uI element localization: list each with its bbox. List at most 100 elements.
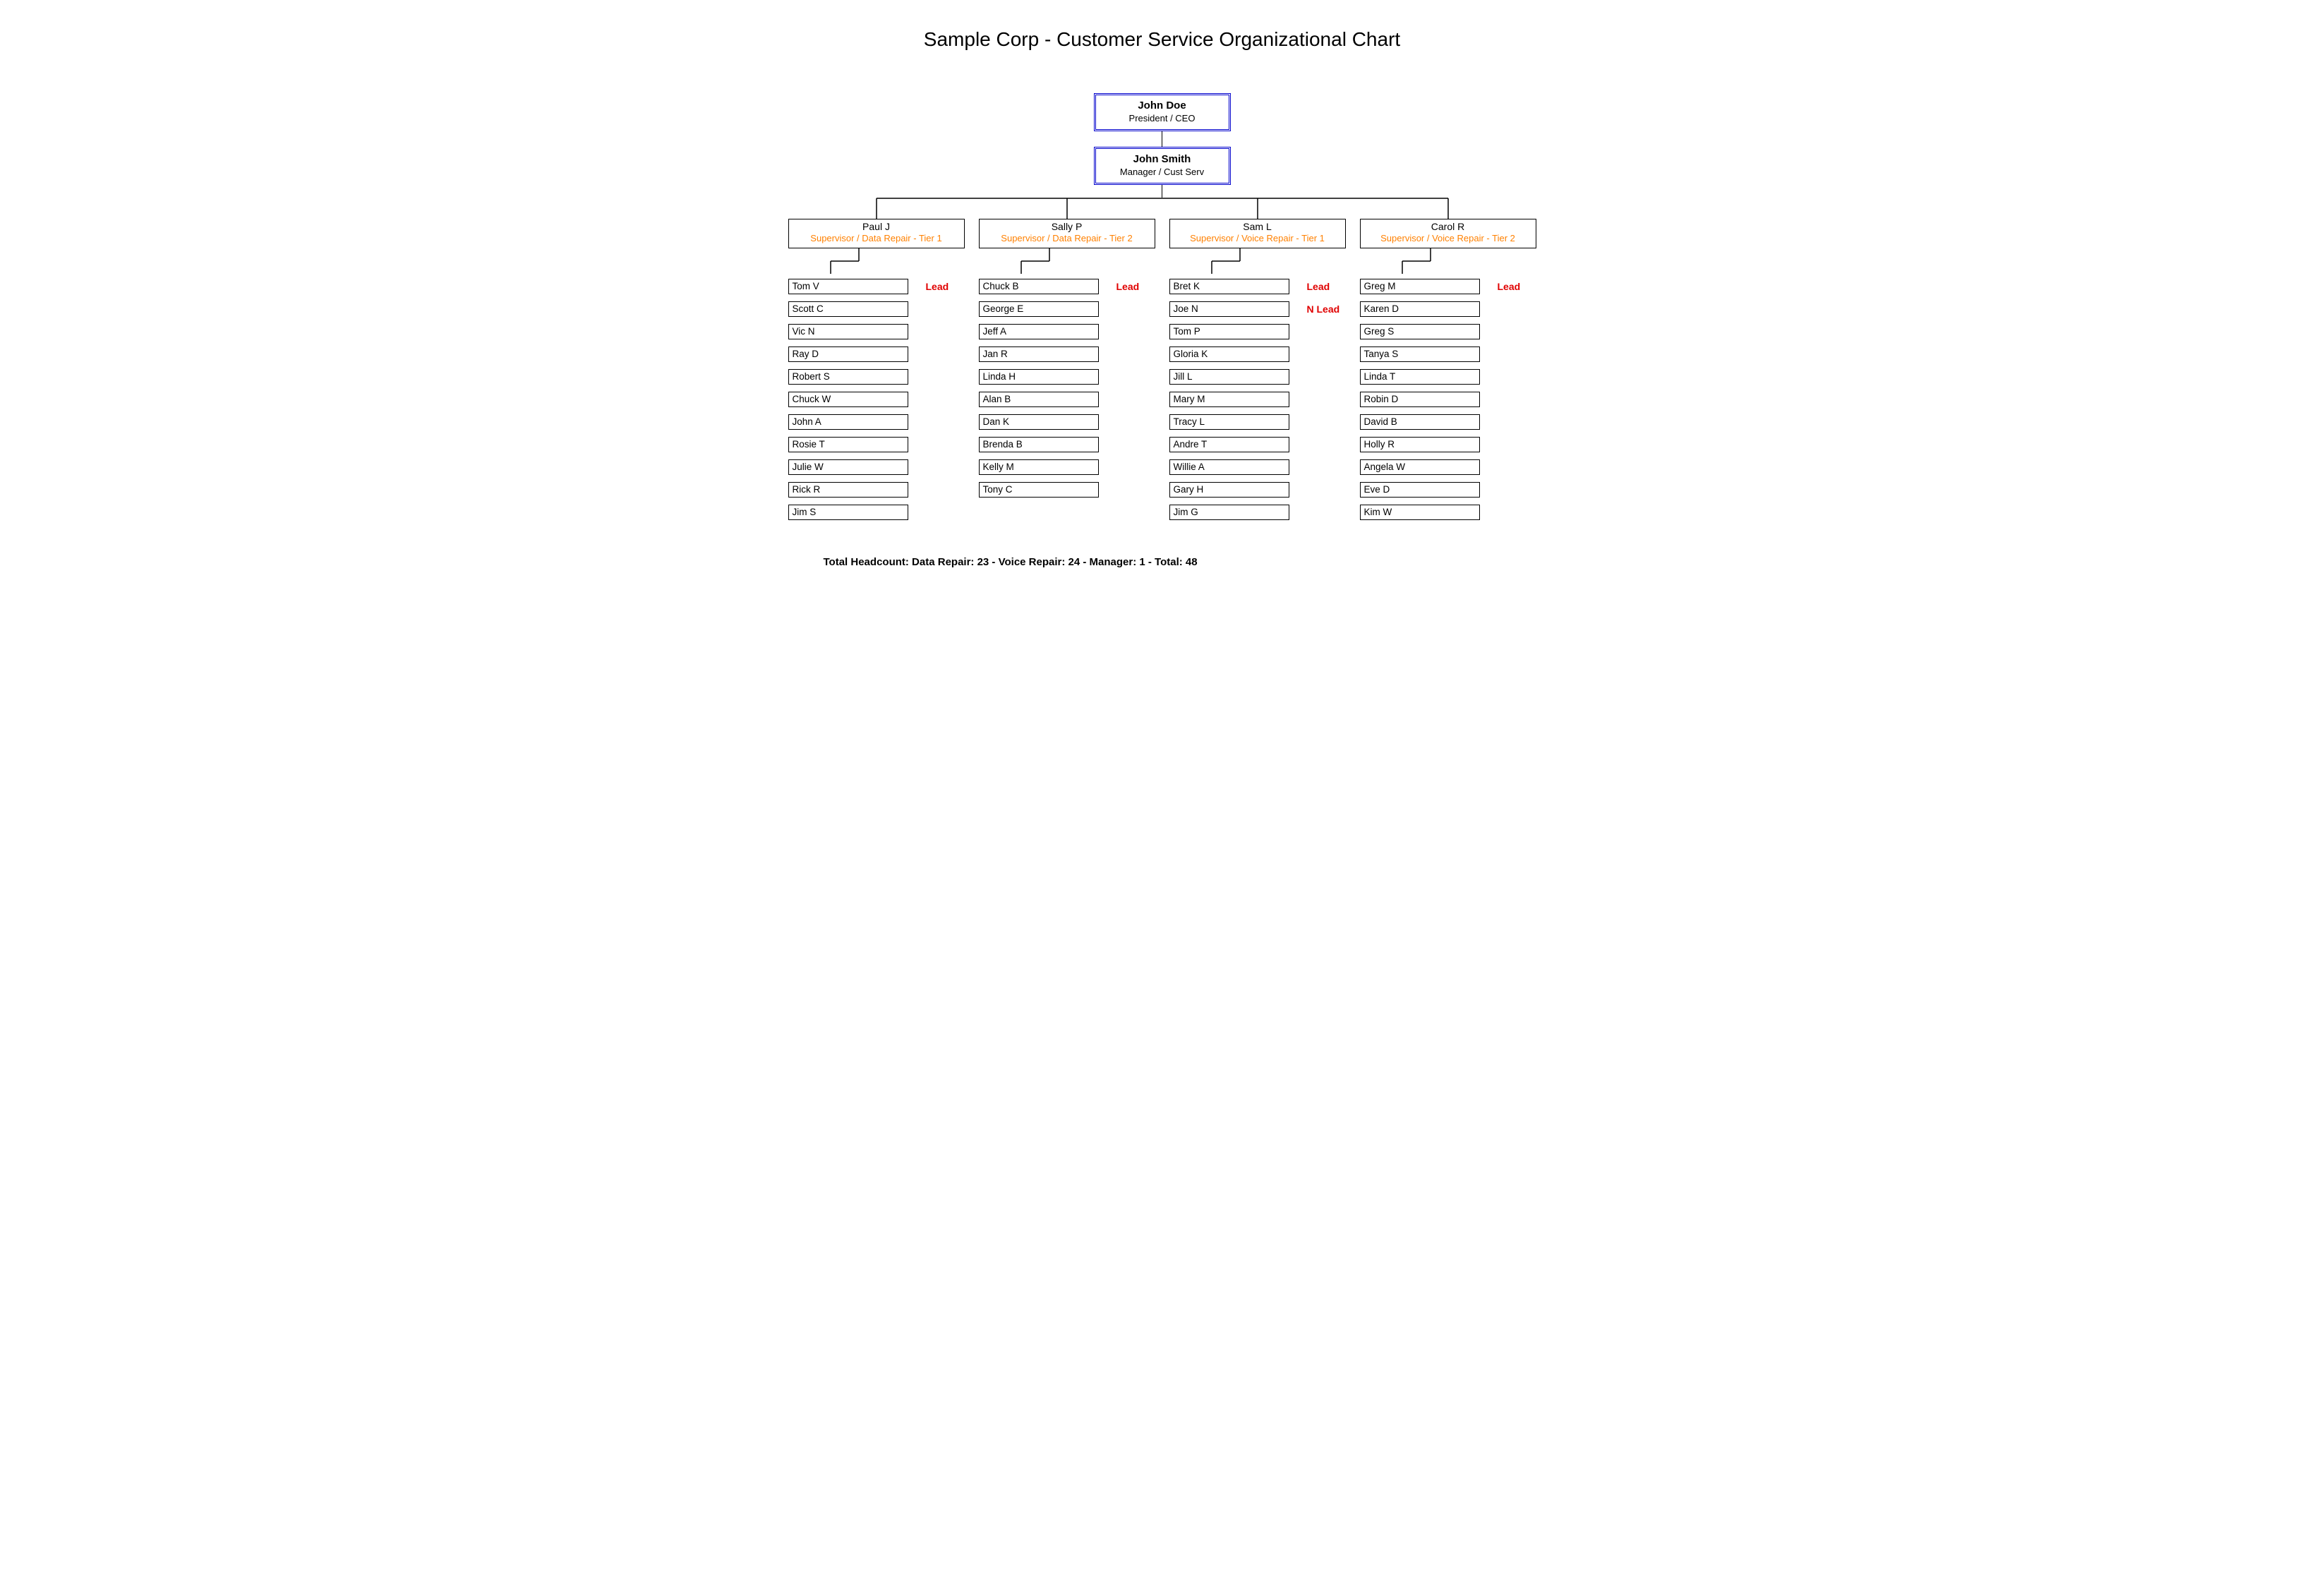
member-row: Kelly M [979, 460, 1155, 474]
member-row: Jim S [788, 505, 965, 519]
member-list: Chuck B Lead George E Jeff A Jan R Linda H Ala… [979, 277, 1155, 505]
member-tag: Lead [926, 281, 949, 292]
member-box: Joe N [1169, 301, 1289, 317]
exec-name: John Smith [1099, 153, 1226, 165]
member-box: Vic N [788, 324, 908, 339]
member-row: Jill L [1169, 370, 1346, 384]
member-box: Chuck W [788, 392, 908, 407]
member-row: Bret K Lead [1169, 279, 1346, 294]
member-box: Robert S [788, 369, 908, 385]
member-list: Bret K Lead Joe N N Lead Tom P Gloria K Jill L… [1169, 277, 1346, 528]
member-box: Tracy L [1169, 414, 1289, 430]
member-row: Alan B [979, 392, 1155, 406]
supervisor-role: Supervisor / Voice Repair - Tier 1 [1173, 234, 1342, 243]
member-tag: Lead [1307, 281, 1330, 292]
member-row: Scott C [788, 302, 965, 316]
exec-box-manager: John Smith Manager / Cust Serv [1094, 147, 1231, 185]
member-row: Dan K [979, 415, 1155, 429]
member-row: Rick R [788, 483, 965, 497]
member-box: Jeff A [979, 324, 1099, 339]
member-box: Robin D [1360, 392, 1480, 407]
supervisor-role: Supervisor / Data Repair - Tier 2 [982, 234, 1152, 243]
member-box: Julie W [788, 459, 908, 475]
member-box: David B [1360, 414, 1480, 430]
supervisor-connector-icon [979, 248, 1155, 277]
member-tag: Lead [1116, 281, 1140, 292]
member-list: Greg MLead Karen D Greg S Tanya S Linda T Rob… [1360, 277, 1536, 528]
member-box: Dan K [979, 414, 1099, 430]
supervisor-column: Sally P Supervisor / Data Repair - Tier 2… [972, 219, 1162, 528]
member-box: Bret K [1169, 279, 1289, 294]
member-box: Jill L [1169, 369, 1289, 385]
member-row: Vic N [788, 325, 965, 339]
member-box: Rick R [788, 482, 908, 498]
member-box: Tom V [788, 279, 908, 294]
supervisor-column: Paul J Supervisor / Data Repair - Tier 1 T… [781, 219, 972, 528]
supervisor-box: Paul J Supervisor / Data Repair - Tier 1 [788, 219, 965, 248]
member-row: Joe N N Lead [1169, 302, 1346, 316]
member-row: Greg S [1360, 325, 1536, 339]
member-box: Kelly M [979, 459, 1099, 475]
member-box: Willie A [1169, 459, 1289, 475]
member-row: Linda T [1360, 370, 1536, 384]
member-box: Eve D [1360, 482, 1480, 498]
member-row: Tracy L [1169, 415, 1346, 429]
member-box: Jan R [979, 346, 1099, 362]
member-row: David B [1360, 415, 1536, 429]
member-row: Tom V Lead [788, 279, 965, 294]
supervisor-name: Paul J [792, 222, 961, 232]
member-row: Ray D [788, 347, 965, 361]
supervisor-box: Carol R Supervisor / Voice Repair - Tier … [1360, 219, 1536, 248]
member-box: Chuck B [979, 279, 1099, 294]
member-row: Greg MLead [1360, 279, 1536, 294]
member-row: Robert S [788, 370, 965, 384]
member-box: Gary H [1169, 482, 1289, 498]
exec-name: John Doe [1099, 100, 1226, 112]
supervisor-role: Supervisor / Data Repair - Tier 1 [792, 234, 961, 243]
member-box: George E [979, 301, 1099, 317]
member-box: Linda T [1360, 369, 1480, 385]
member-box: Alan B [979, 392, 1099, 407]
member-row: Chuck B Lead [979, 279, 1155, 294]
supervisor-name: Sally P [982, 222, 1152, 232]
member-row: Linda H [979, 370, 1155, 384]
member-box: Tanya S [1360, 346, 1480, 362]
branch-connector-icon [781, 198, 1543, 219]
supervisor-name: Carol R [1363, 222, 1533, 232]
member-row: Eve D [1360, 483, 1536, 497]
member-tag: N Lead [1307, 303, 1340, 315]
member-row: Tony C [979, 483, 1155, 497]
exec-role: Manager / Cust Serv [1099, 167, 1226, 177]
member-row: Kim W [1360, 505, 1536, 519]
member-box: Karen D [1360, 301, 1480, 317]
member-row: Jan R [979, 347, 1155, 361]
member-row: Andre T [1169, 438, 1346, 452]
member-box: Angela W [1360, 459, 1480, 475]
member-row: Jeff A [979, 325, 1155, 339]
member-box: Andre T [1169, 437, 1289, 452]
member-box: Jim G [1169, 505, 1289, 520]
supervisor-box: Sally P Supervisor / Data Repair - Tier 2 [979, 219, 1155, 248]
member-row: Jim G [1169, 505, 1346, 519]
member-row: Tom P [1169, 325, 1346, 339]
org-chart-page: Sample Corp - Customer Service Organizat… [704, 0, 1621, 610]
member-row: George E [979, 302, 1155, 316]
member-row: Willie A [1169, 460, 1346, 474]
supervisor-column: Carol R Supervisor / Voice Repair - Tier … [1353, 219, 1543, 528]
supervisor-connector-icon [788, 248, 965, 277]
member-row: Angela W [1360, 460, 1536, 474]
member-box: Ray D [788, 346, 908, 362]
headcount-footer: Total Headcount: Data Repair: 23 - Voice… [824, 556, 1621, 568]
member-row: Tanya S [1360, 347, 1536, 361]
member-box: Brenda B [979, 437, 1099, 452]
member-row: Gloria K [1169, 347, 1346, 361]
member-box: Tony C [979, 482, 1099, 498]
member-box: Greg M [1360, 279, 1480, 294]
member-box: Greg S [1360, 324, 1480, 339]
supervisor-role: Supervisor / Voice Repair - Tier 2 [1363, 234, 1533, 243]
member-row: Karen D [1360, 302, 1536, 316]
page-title: Sample Corp - Customer Service Organizat… [704, 28, 1621, 51]
supervisor-columns: Paul J Supervisor / Data Repair - Tier 1 T… [781, 219, 1543, 528]
exec-box-ceo: John Doe President / CEO [1094, 93, 1231, 131]
member-row: Holly R [1360, 438, 1536, 452]
